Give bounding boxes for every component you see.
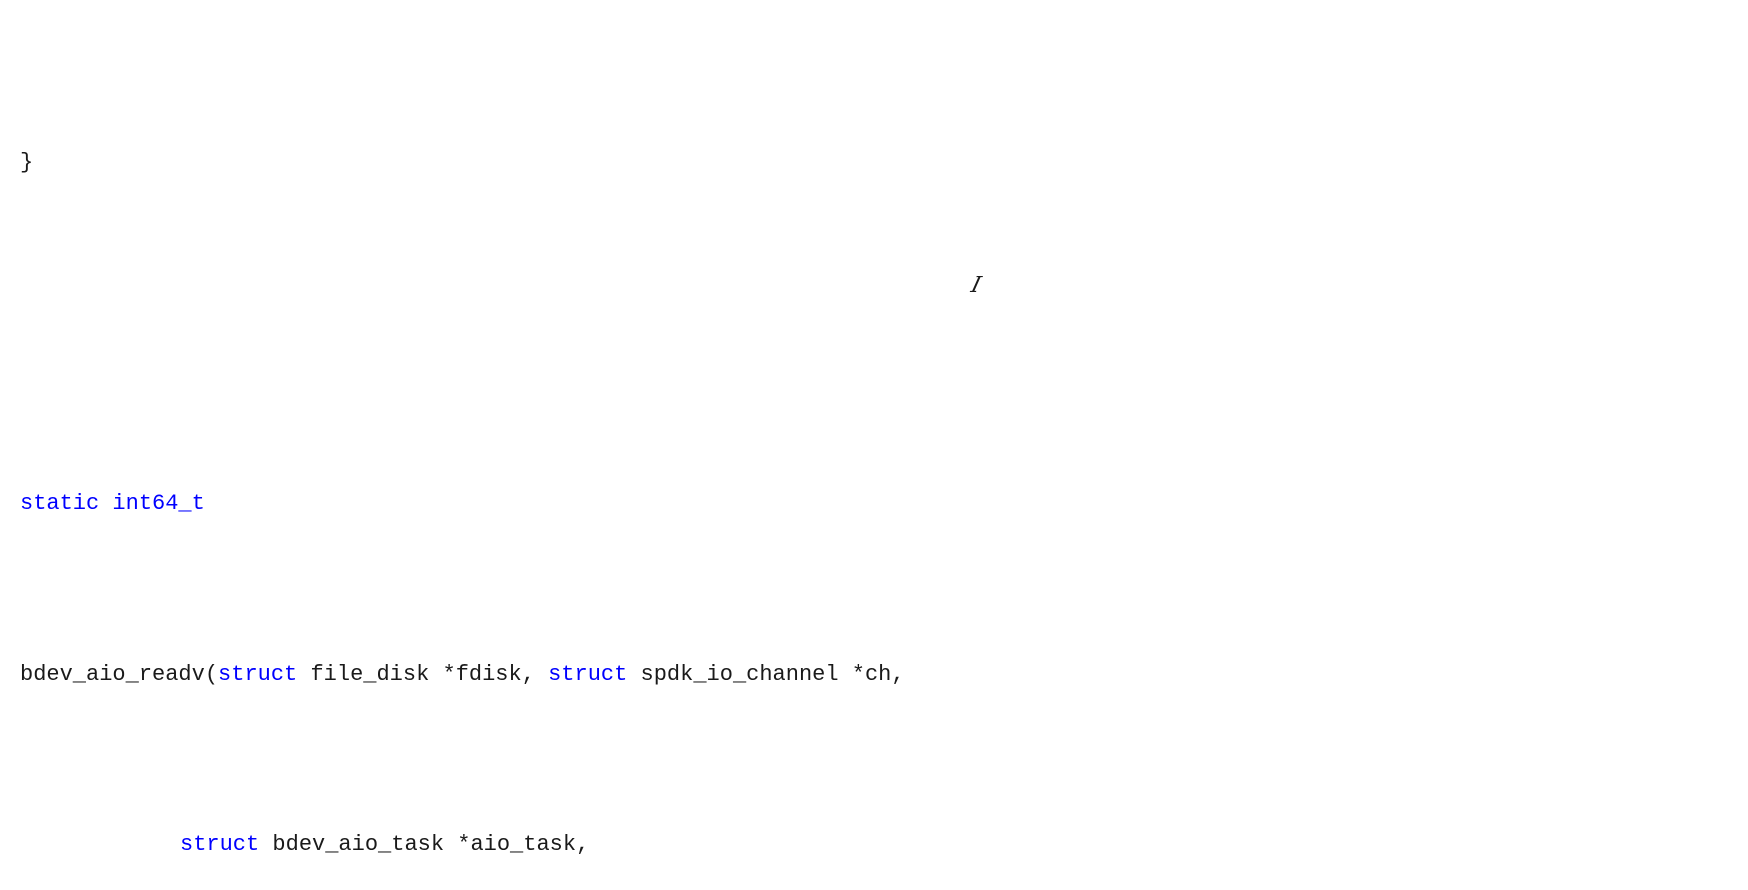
- line-func-sig: bdev_aio_readv(struct file_disk *fdisk, …: [20, 658, 1728, 692]
- line-blank-1: [20, 317, 1728, 351]
- line-close-brace: }: [20, 146, 1728, 180]
- code-content: } static int64_t bdev_aio_readv(struct f…: [0, 0, 1748, 890]
- code-editor: } static int64_t bdev_aio_readv(struct f…: [0, 0, 1748, 890]
- line-static: static int64_t: [20, 487, 1728, 521]
- line-param1: struct bdev_aio_task *aio_task,: [20, 828, 1728, 862]
